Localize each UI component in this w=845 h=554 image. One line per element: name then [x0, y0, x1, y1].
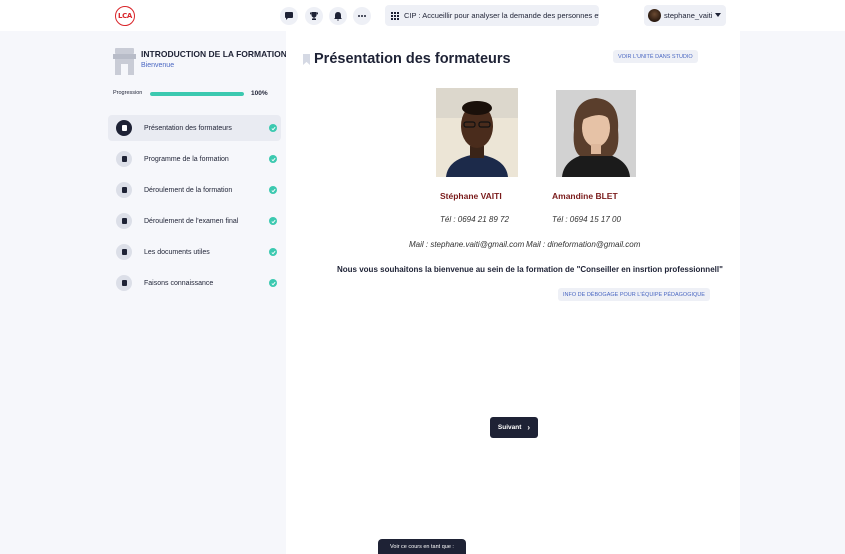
page-title: Présentation des formateurs [314, 51, 511, 67]
check-icon [269, 248, 277, 256]
next-button-label: Suivant [497, 424, 522, 431]
progress-value: 100% [251, 90, 268, 97]
progress-bar [150, 92, 244, 96]
unit-item-label: Présentation des formateurs [144, 124, 232, 132]
trainer-photo [436, 88, 518, 177]
document-icon [116, 213, 132, 229]
course-select[interactable]: CIP : Accueillir pour analyser la demand… [385, 5, 599, 26]
unit-item[interactable]: Déroulement de l'examen final [108, 208, 281, 234]
trainer-mail: Mail : dineformation@gmail.com [526, 240, 641, 249]
caret-down-icon [715, 13, 721, 17]
next-button[interactable]: Suivant › [490, 417, 538, 438]
main-content: Présentation des formateurs VOIR L'UNITÉ… [286, 31, 740, 554]
document-icon [116, 151, 132, 167]
progress-label: Progression [113, 90, 143, 96]
trainer-name: Amandine BLET [552, 191, 618, 201]
bell-icon[interactable] [329, 7, 347, 25]
username: stephane_vaiti [664, 11, 713, 20]
unit-list: Présentation des formateurs Programme de… [108, 115, 281, 301]
building-icon [113, 48, 136, 75]
document-icon [116, 120, 132, 136]
unit-item[interactable]: Programme de la formation [108, 146, 281, 172]
welcome-text: Nous vous souhaitons la bienvenue au sei… [337, 265, 723, 274]
grid-icon [391, 11, 399, 20]
trainer-phone: Tél : 0694 21 89 72 [440, 215, 509, 224]
document-icon [116, 275, 132, 291]
unit-item-label: Déroulement de la formation [144, 186, 233, 194]
avatar [648, 9, 661, 22]
sidebar: INTRODUCTION DE LA FORMATION Bienvenue P… [104, 31, 287, 554]
trainer-mail: Mail : stephane.vaiti@gmail.com [409, 240, 525, 249]
unit-item[interactable]: Présentation des formateurs [108, 115, 281, 141]
chevron-right-icon: › [527, 423, 531, 432]
check-icon [269, 279, 277, 287]
module-title: INTRODUCTION DE LA FORMATION [141, 49, 287, 59]
unit-item-label: Faisons connaissance [144, 279, 214, 287]
unit-item-label: Programme de la formation [144, 155, 229, 163]
document-icon [116, 182, 132, 198]
unit-item[interactable]: Déroulement de la formation [108, 177, 281, 203]
view-in-studio-button[interactable]: VOIR L'UNITÉ DANS STUDIO [613, 50, 698, 63]
more-icon[interactable] [353, 7, 371, 25]
preview-as-bar[interactable]: Voir ce cours en tant que : [378, 539, 466, 554]
trainer-name: Stéphane VAITI [440, 191, 502, 201]
module-subtitle: Bienvenue [141, 62, 175, 69]
check-icon [269, 155, 277, 163]
check-icon [269, 217, 277, 225]
trainer-phone: Tél : 0694 15 17 00 [552, 215, 621, 224]
lca-logo[interactable]: LCA [115, 6, 135, 26]
unit-item-label: Déroulement de l'examen final [144, 217, 239, 225]
unit-item[interactable]: Les documents utiles [108, 239, 281, 265]
unit-item-label: Les documents utiles [144, 248, 210, 256]
check-icon [269, 186, 277, 194]
bookmark-icon[interactable] [303, 54, 310, 65]
document-icon [116, 244, 132, 260]
trainer-photo [556, 90, 636, 177]
debug-info-button[interactable]: INFO DE DÉBOGAGE POUR L'ÉQUIPE PÉDAGOGIQ… [558, 288, 710, 301]
chat-icon[interactable] [280, 7, 298, 25]
top-bar: LCA CIP : Accueillir pour analyser la de… [0, 0, 845, 31]
progress-fill [150, 92, 244, 96]
course-select-label: CIP : Accueillir pour analyser la demand… [404, 11, 599, 20]
check-icon [269, 124, 277, 132]
user-menu[interactable]: stephane_vaiti [644, 5, 726, 26]
unit-item[interactable]: Faisons connaissance [108, 270, 281, 296]
trophy-icon[interactable] [305, 7, 323, 25]
